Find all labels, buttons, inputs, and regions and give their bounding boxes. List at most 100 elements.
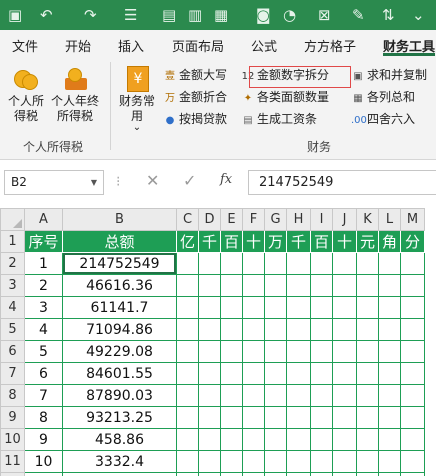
header-cell[interactable]: 万 [264,230,287,253]
digit-cell[interactable] [378,472,401,476]
digit-cell[interactable] [176,318,199,341]
column-header[interactable]: B [62,208,177,231]
digit-cell[interactable] [400,274,425,297]
digit-cell[interactable] [242,252,265,275]
more-icon[interactable]: ⌄ [412,6,425,24]
digit-cell[interactable] [310,252,333,275]
digit-cell[interactable] [198,472,221,476]
digit-cell[interactable] [176,362,199,385]
digit-cell[interactable] [176,252,199,275]
name-box[interactable]: B2 ▼ [4,170,104,195]
by-voucher-button[interactable]: ● 按揭贷款 [163,110,227,128]
digit-cell[interactable] [378,428,401,451]
header-cell[interactable]: 角 [378,230,401,253]
header-cell[interactable]: 分 [400,230,425,253]
digit-cell[interactable] [400,362,425,385]
digit-cell[interactable] [242,362,265,385]
digit-cell[interactable] [198,318,221,341]
tab-formulas[interactable]: 公式 [251,36,277,55]
chart-icon[interactable]: ▥ [188,6,202,24]
digit-cell[interactable] [176,450,199,473]
amount-cell[interactable]: 93213.25 [62,406,177,429]
digit-cell[interactable] [198,274,221,297]
digit-cell[interactable] [264,384,287,407]
digit-cell[interactable] [400,406,425,429]
digit-cell[interactable] [332,406,357,429]
digit-cell[interactable] [356,252,379,275]
digit-cell[interactable] [310,406,333,429]
digit-cell[interactable] [356,472,379,476]
row-header[interactable]: 2 [0,252,25,275]
select-all-corner[interactable] [0,208,25,231]
denomination-count-button[interactable]: ✦ 各类面额数量 [241,88,329,106]
digit-cell[interactable] [400,340,425,363]
format-icon[interactable]: ⊠ [318,6,331,24]
seq-cell[interactable]: 10 [24,450,63,473]
amount-cell[interactable]: 71094.86 [62,318,177,341]
digit-cell[interactable] [176,296,199,319]
digit-cell[interactable] [378,340,401,363]
digit-cell[interactable] [286,472,311,476]
digit-cell[interactable] [310,472,333,476]
digit-cell[interactable] [198,362,221,385]
digit-cell[interactable] [264,296,287,319]
column-header[interactable]: F [242,208,265,231]
header-cell[interactable]: 百 [220,230,243,253]
digit-cell[interactable] [264,274,287,297]
digit-cell[interactable] [264,406,287,429]
tab-home[interactable]: 开始 [65,36,91,55]
digit-cell[interactable] [332,296,357,319]
column-header[interactable]: G [264,208,287,231]
digit-cell[interactable] [176,428,199,451]
digit-cell[interactable] [220,428,243,451]
digit-cell[interactable] [332,340,357,363]
digit-cell[interactable] [242,296,265,319]
digit-cell[interactable] [198,428,221,451]
digit-cell[interactable] [356,406,379,429]
seq-cell[interactable]: 3 [24,296,63,319]
digit-cell[interactable] [286,362,311,385]
sum-copy-button[interactable]: ▣ 求和并复制 [351,66,427,84]
digit-cell[interactable] [332,318,357,341]
amount-cell[interactable]: 49229.08 [62,340,177,363]
seq-cell[interactable]: 6 [24,362,63,385]
save-icon[interactable]: ▣ [8,6,22,24]
digit-cell[interactable] [220,252,243,275]
digit-cell[interactable] [378,252,401,275]
digit-cell[interactable] [242,428,265,451]
digit-cell[interactable] [220,450,243,473]
amount-cell[interactable]: 87890.03 [62,384,177,407]
seq-cell[interactable]: 11 [24,472,63,476]
amount-cell[interactable]: 46616.36 [62,274,177,297]
formula-input[interactable]: 214752549 [248,170,436,195]
digit-cell[interactable] [356,450,379,473]
row-header[interactable]: 10 [0,428,25,451]
digit-cell[interactable] [264,362,287,385]
amount-cell[interactable]: 61141.7 [62,296,177,319]
digit-cell[interactable] [264,318,287,341]
digit-cell[interactable] [332,472,357,476]
digit-cell[interactable] [176,472,199,476]
digit-cell[interactable] [198,406,221,429]
redo-icon[interactable]: ↷ [84,6,97,24]
column-header[interactable]: C [176,208,199,231]
digit-cell[interactable] [264,450,287,473]
tab-insert[interactable]: 插入 [118,36,144,55]
digit-cell[interactable] [286,274,311,297]
digit-cell[interactable] [264,340,287,363]
row-header[interactable]: 12 [0,472,25,476]
digit-cell[interactable] [242,450,265,473]
digit-cell[interactable] [242,274,265,297]
digit-cell[interactable] [242,384,265,407]
tab-file[interactable]: 文件 [12,36,38,55]
header-cell[interactable]: 总额 [62,230,177,253]
digit-cell[interactable] [400,450,425,473]
digit-cell[interactable] [310,384,333,407]
digit-cell[interactable] [310,450,333,473]
border-icon[interactable]: ☰ [124,6,137,24]
amount-cell[interactable]: 84601.55 [62,362,177,385]
digit-cell[interactable] [220,406,243,429]
digit-cell[interactable] [176,406,199,429]
shape-icon[interactable]: ◔ [283,6,296,24]
digit-cell[interactable] [242,472,265,476]
